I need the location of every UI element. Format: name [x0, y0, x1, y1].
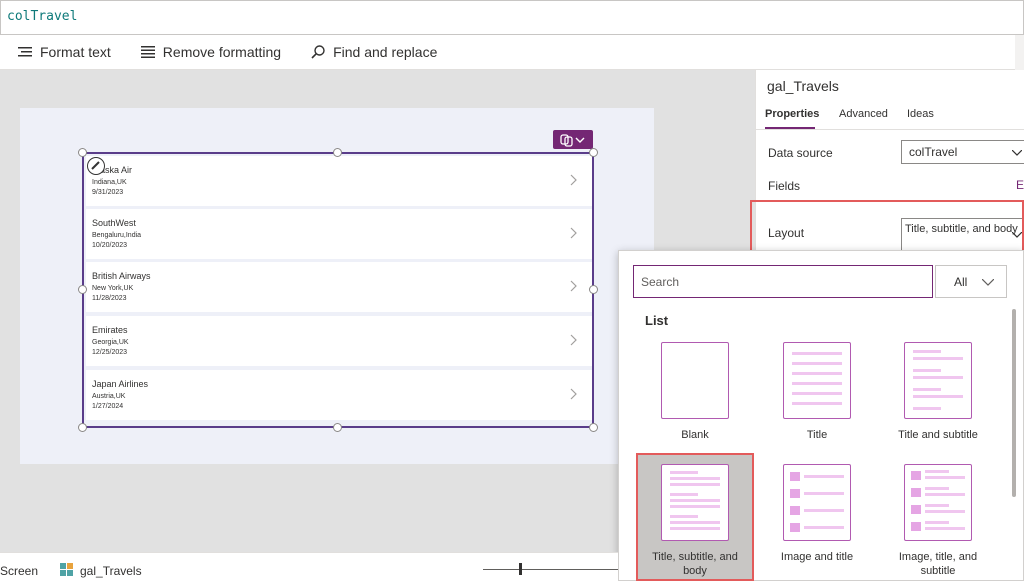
breadcrumb-gallery[interactable]: gal_Travels: [80, 564, 142, 578]
resize-handle[interactable]: [78, 148, 87, 157]
zoom-slider[interactable]: [483, 569, 618, 570]
copilot-button[interactable]: [553, 130, 593, 149]
layout-tile-image-title-subtitle[interactable]: Image, title, and subtitle: [883, 464, 993, 578]
resize-handle[interactable]: [78, 423, 87, 432]
resize-handle[interactable]: [589, 148, 598, 157]
formula-bar[interactable]: colTravel: [0, 0, 1024, 35]
row-body: 1/27/2024: [92, 403, 124, 410]
gallery-row[interactable]: Emirates Georgia,UK 12/25/2023: [86, 316, 592, 366]
data-source-value: colTravel: [909, 145, 958, 159]
data-source-label: Data source: [768, 146, 833, 160]
app-screen[interactable]: Alaska Air Indiana,UK 9/31/2023 SouthWes…: [20, 108, 654, 464]
layout-highlight-box: [750, 200, 1024, 257]
layout-filter-select[interactable]: All: [935, 265, 1007, 298]
dropdown-scrollbar[interactable]: [1012, 309, 1016, 497]
tile-label: Image and title: [780, 551, 854, 563]
layout-tile-title-subtitle-body[interactable]: Title, subtitle, and body: [640, 464, 750, 578]
layout-search-input[interactable]: Search: [633, 265, 933, 298]
chevron-down-icon: [1012, 150, 1022, 156]
chevron-right-icon[interactable]: [570, 227, 578, 239]
row-subtitle: Indiana,UK: [92, 179, 127, 186]
zoom-slider-thumb[interactable]: [519, 563, 522, 575]
resize-handle[interactable]: [589, 285, 598, 294]
title-subtitle-thumbnail: [904, 342, 972, 419]
app-window: colTravel Format text Remove formatting …: [0, 0, 1024, 581]
fields-label: Fields: [768, 179, 801, 193]
control-name: gal_Travels: [767, 78, 839, 94]
layout-tile-blank[interactable]: Blank: [640, 342, 750, 442]
tab-properties[interactable]: Properties: [765, 108, 819, 120]
row-title: Japan Airlines: [92, 379, 149, 389]
remove-formatting-icon: [140, 46, 155, 58]
gallery-row[interactable]: SouthWest Bengaluru,India 10/20/2023: [86, 209, 592, 259]
layout-tile-title-subtitle[interactable]: Title and subtitle: [883, 342, 993, 442]
filter-value: All: [954, 275, 968, 289]
tile-label: Title, subtitle, and body: [652, 551, 738, 577]
row-title: SouthWest: [92, 218, 136, 228]
row-title: Emirates: [92, 325, 128, 335]
row-subtitle: New York,UK: [92, 285, 134, 292]
tile-label: Title: [806, 429, 828, 441]
image-title-thumbnail: [783, 464, 851, 541]
row-body: 9/31/2023: [92, 189, 124, 196]
status-bar: Screen gal_Travels: [0, 552, 618, 581]
title-subtitle-body-thumbnail: [661, 464, 729, 541]
find-replace-button[interactable]: Find and replace: [293, 35, 449, 70]
tabs-divider: [756, 129, 1024, 130]
chevron-down-icon: [982, 279, 994, 286]
search-placeholder: Search: [641, 275, 680, 289]
row-subtitle: Bengaluru,India: [92, 232, 142, 239]
data-source-select[interactable]: colTravel: [901, 140, 1024, 164]
row-body: 12/25/2023: [92, 349, 128, 356]
row-title: British Airways: [92, 271, 151, 281]
tab-advanced[interactable]: Advanced: [839, 108, 888, 120]
gallery-row[interactable]: Japan Airlines Austria,UK 1/27/2024: [86, 370, 592, 420]
gallery-row[interactable]: British Airways New York,UK 11/28/2023: [86, 262, 592, 312]
row-body: 11/28/2023: [92, 295, 127, 302]
title-thumbnail: [783, 342, 851, 419]
formula-input[interactable]: colTravel: [7, 9, 77, 24]
remove-formatting-label: Remove formatting: [162, 44, 282, 60]
tile-label: Blank: [681, 429, 709, 441]
row-subtitle: Austria,UK: [92, 393, 126, 400]
resize-handle[interactable]: [589, 423, 598, 432]
row-subtitle: Georgia,UK: [92, 339, 129, 346]
blank-thumbnail: [661, 342, 729, 419]
tile-label: Title and subtitle: [898, 429, 978, 441]
remove-formatting-button[interactable]: Remove formatting: [123, 35, 293, 70]
format-text-label: Format text: [40, 44, 111, 60]
tab-ideas[interactable]: Ideas: [907, 108, 934, 120]
search-icon: [311, 45, 325, 59]
resize-handle[interactable]: [78, 285, 87, 294]
chevron-right-icon[interactable]: [570, 280, 578, 292]
copilot-icon: [560, 133, 585, 147]
formula-toolbar: Format text Remove formatting Find and r…: [0, 35, 1015, 70]
chevron-right-icon[interactable]: [570, 334, 578, 346]
gallery-icon: [60, 563, 73, 576]
list-section-title: List: [645, 313, 669, 328]
layout-tile-image-title[interactable]: Image and title: [762, 464, 872, 564]
row-body: 10/20/2023: [92, 242, 128, 249]
layout-tile-title[interactable]: Title: [762, 342, 872, 442]
fields-edit-link[interactable]: Ed: [1016, 178, 1024, 192]
gallery-row[interactable]: Alaska Air Indiana,UK 9/31/2023: [86, 156, 592, 206]
breadcrumb-screen[interactable]: Screen: [0, 564, 38, 578]
resize-handle[interactable]: [333, 148, 342, 157]
image-title-subtitle-thumbnail: [904, 464, 972, 541]
find-replace-label: Find and replace: [333, 44, 438, 60]
chevron-right-icon[interactable]: [570, 174, 578, 186]
format-text-icon: [18, 47, 32, 57]
edit-pencil-icon[interactable]: [87, 157, 105, 175]
resize-handle[interactable]: [333, 423, 342, 432]
format-text-button[interactable]: Format text: [0, 35, 123, 70]
gallery-gal-travels[interactable]: Alaska Air Indiana,UK 9/31/2023 SouthWes…: [82, 152, 594, 428]
tile-label: Image, title, and subtitle: [898, 551, 978, 577]
chevron-right-icon[interactable]: [570, 388, 578, 400]
